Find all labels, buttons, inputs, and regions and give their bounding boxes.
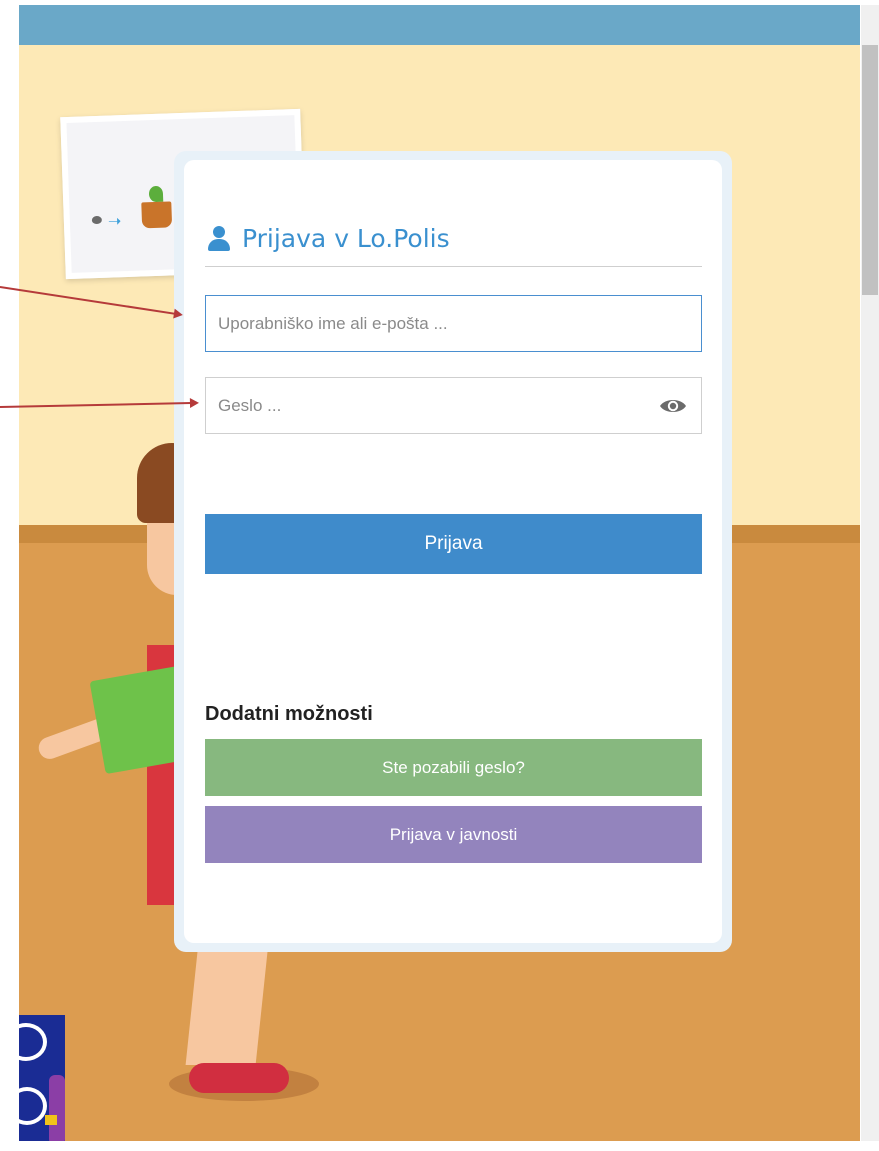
seed-shape bbox=[91, 215, 102, 225]
forgot-password-label: Ste pozabili geslo? bbox=[382, 757, 525, 777]
logo-corner-graphic bbox=[19, 1015, 65, 1141]
login-button-label: Prijava bbox=[424, 533, 483, 554]
password-input[interactable] bbox=[206, 378, 659, 433]
logo-ring-top bbox=[19, 1023, 47, 1061]
vertical-scrollbar[interactable] bbox=[861, 5, 879, 1141]
username-field[interactable] bbox=[205, 295, 702, 352]
backpack-strap bbox=[49, 1075, 65, 1141]
extra-options-heading: Dodatni možnosti bbox=[205, 703, 373, 725]
password-field[interactable] bbox=[205, 377, 702, 434]
logo-yellow-mark bbox=[45, 1115, 57, 1125]
login-title-text: Prijava v Lo.Polis bbox=[242, 223, 450, 253]
public-login-button[interactable]: Prijava v javnosti bbox=[205, 806, 702, 863]
title-divider bbox=[205, 266, 702, 267]
public-login-label: Prijava v javnosti bbox=[389, 824, 518, 844]
username-input[interactable] bbox=[206, 296, 701, 351]
sprout-shape bbox=[148, 185, 164, 203]
eye-icon[interactable] bbox=[659, 396, 687, 416]
pot-shape bbox=[141, 201, 173, 229]
scrollbar-thumb[interactable] bbox=[862, 45, 878, 295]
top-bar bbox=[19, 5, 860, 45]
forgot-password-button[interactable]: Ste pozabili geslo? bbox=[205, 739, 702, 796]
poster-arrow: ➝ bbox=[107, 211, 122, 231]
girl-shoes-illustration bbox=[189, 1063, 289, 1093]
login-button[interactable]: Prijava bbox=[205, 514, 702, 574]
login-title: Prijava v Lo.Polis bbox=[206, 218, 450, 258]
logo-ring-bottom bbox=[19, 1087, 47, 1125]
user-icon bbox=[206, 223, 232, 253]
